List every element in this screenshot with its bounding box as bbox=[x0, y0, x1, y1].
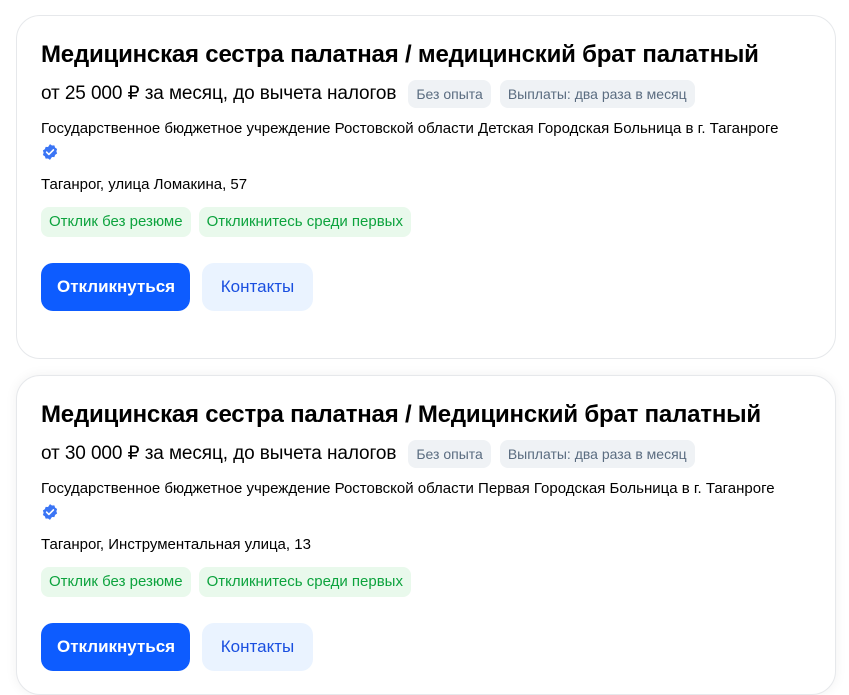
salary: от 25 000 ₽ за месяц, до вычета налогов bbox=[41, 83, 397, 104]
actions-row: Откликнуться Контакты bbox=[41, 623, 811, 671]
company-name[interactable]: Государственное бюджетное учреждение Рос… bbox=[41, 479, 811, 499]
salary: от 30 000 ₽ за месяц, до вычета налогов bbox=[41, 443, 397, 464]
no-resume-badge: Отклик без резюме bbox=[41, 567, 191, 597]
salary-row: от 30 000 ₽ за месяц, до вычета налогов … bbox=[41, 439, 811, 469]
vacancy-title[interactable]: Медицинская сестра палатная / Медицински… bbox=[41, 399, 811, 431]
address: Таганрог, улица Ломакина, 57 bbox=[41, 176, 248, 193]
payment-tag: Выплаты: два раза в месяц bbox=[499, 80, 695, 108]
verified-check-icon bbox=[42, 144, 58, 160]
no-resume-badge: Отклик без резюме bbox=[41, 207, 191, 237]
contacts-button[interactable]: Контакты bbox=[202, 263, 313, 311]
actions-row: Откликнуться Контакты bbox=[41, 263, 811, 311]
be-first-badge: Откликнитесь среди первых bbox=[198, 567, 411, 597]
vacancy-title[interactable]: Медицинская сестра палатная / медицински… bbox=[41, 39, 811, 71]
vacancy-card[interactable]: Медицинская сестра палатная / Медицински… bbox=[16, 375, 836, 695]
contacts-button[interactable]: Контакты bbox=[202, 623, 313, 671]
address: Таганрог, Инструментальная улица, 13 bbox=[41, 536, 311, 553]
be-first-badge: Откликнитесь среди первых bbox=[198, 207, 411, 237]
vacancy-card[interactable]: Медицинская сестра палатная / медицински… bbox=[16, 15, 836, 359]
apply-button[interactable]: Откликнуться bbox=[41, 623, 190, 671]
badges-row: Отклик без резюме Откликнитесь среди пер… bbox=[41, 207, 811, 237]
experience-tag: Без опыта bbox=[408, 80, 491, 108]
apply-button[interactable]: Откликнуться bbox=[41, 263, 190, 311]
company-name[interactable]: Государственное бюджетное учреждение Рос… bbox=[41, 119, 811, 139]
badges-row: Отклик без резюме Откликнитесь среди пер… bbox=[41, 567, 811, 597]
experience-tag: Без опыта bbox=[408, 440, 491, 468]
verified-check-icon bbox=[42, 504, 58, 520]
salary-row: от 25 000 ₽ за месяц, до вычета налогов … bbox=[41, 79, 811, 109]
payment-tag: Выплаты: два раза в месяц bbox=[499, 440, 695, 468]
